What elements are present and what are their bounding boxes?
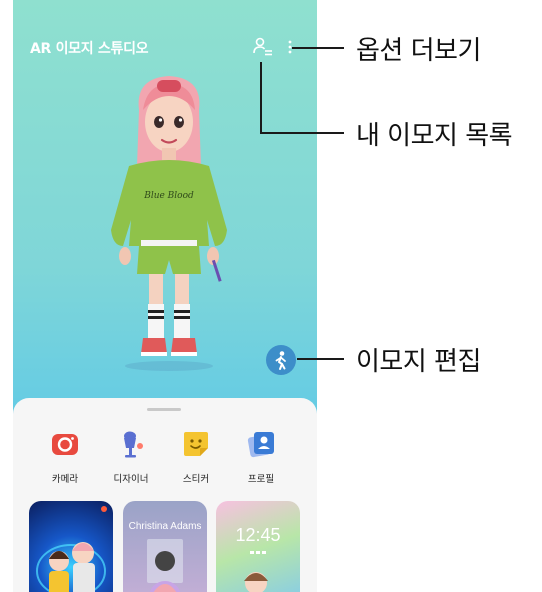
bottom-sheet: 카메라 디자이너 스티커 프로필 Christina Adams 12:45 (13, 398, 317, 592)
camera-icon (49, 428, 81, 460)
profile-preview-card[interactable]: Christina Adams (123, 501, 207, 592)
emoji-avatar: Blue Blood (95, 70, 243, 380)
svg-text:Blue Blood: Blue Blood (143, 191, 194, 201)
my-emoji-list-icon[interactable] (253, 36, 273, 58)
sticker-icon (180, 428, 212, 460)
tool-profile[interactable]: 프로필 (231, 428, 291, 485)
tool-camera[interactable]: 카메라 (35, 428, 95, 485)
lockscreen-preview-card[interactable]: 12:45 (216, 501, 300, 592)
camera-preview-card[interactable] (29, 501, 113, 592)
tool-label: 프로필 (247, 474, 275, 485)
callout-line-my-emoji-list-vertical (260, 62, 262, 134)
callout-line-edit-emoji (297, 358, 344, 360)
tool-label: 카메라 (51, 474, 79, 485)
sheet-handle[interactable] (147, 408, 181, 411)
tool-label: 디자이너 (113, 474, 149, 485)
callout-line-my-emoji-list (260, 132, 344, 134)
tool-label: 스티커 (182, 474, 210, 485)
callout-line-more-options (292, 47, 344, 49)
edit-emoji-button[interactable] (266, 345, 296, 375)
tool-designer[interactable]: 디자이너 (101, 428, 161, 485)
callout-edit-emoji: 이모지 편집 (356, 347, 481, 377)
profile-icon (245, 428, 277, 460)
callout-more-options: 옵션 더보기 (356, 36, 481, 66)
designer-icon (115, 428, 147, 460)
person-walking-icon (275, 351, 286, 370)
tool-sticker[interactable]: 스티커 (166, 428, 226, 485)
callout-my-emoji-list: 내 이모지 목록 (356, 121, 513, 151)
app-title: AR 이모지 스튜디오 (30, 41, 149, 57)
phone-screen: AR 이모지 스튜디오 Blue Blood 카메라 디자이너 스티커 프로필 … (13, 0, 317, 592)
